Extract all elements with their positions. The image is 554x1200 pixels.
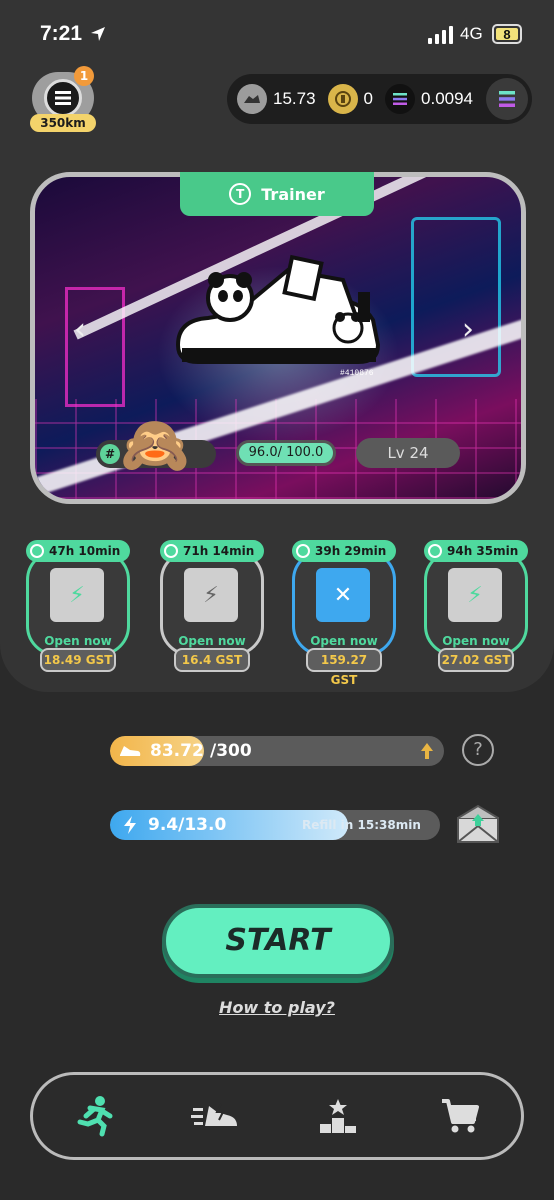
sneaker-icon xyxy=(120,746,141,756)
nav-sneakers[interactable] xyxy=(186,1086,246,1146)
network-label: 4G xyxy=(460,24,483,43)
box-timer: 39h 29min xyxy=(292,540,396,562)
distance-badge: 350km xyxy=(30,114,96,132)
lightning-icon xyxy=(124,816,136,834)
battery-level: 8 xyxy=(503,26,511,42)
how-to-play-link[interactable]: How to play? xyxy=(0,998,554,1017)
box-price: 18.49 GST xyxy=(40,648,116,672)
nav-marketplace[interactable] xyxy=(430,1086,490,1146)
arrow-up-icon[interactable] xyxy=(420,742,434,760)
sneaker-image xyxy=(175,254,381,364)
sneaker-type-tab: T Trainer xyxy=(180,172,374,216)
hash-icon: # xyxy=(100,444,120,464)
energy-bar[interactable]: 83.72 /300 xyxy=(110,736,444,766)
mystery-box-icon: ⚡ xyxy=(448,568,502,622)
bottom-nav xyxy=(30,1072,524,1160)
durability-text: 9.4/13.0 xyxy=(148,815,227,835)
envelope-icon[interactable] xyxy=(456,804,500,844)
box-price: 27.02 GST xyxy=(438,648,514,672)
mystery-box-slot[interactable]: 71h 14min ⚡ Open now 16.4 GST xyxy=(160,540,264,672)
mystery-box-icon: ✕ xyxy=(316,568,370,622)
chevron-right-icon[interactable]: › xyxy=(462,312,474,347)
open-now-label: Open now xyxy=(44,634,112,648)
clock-icon xyxy=(164,544,178,558)
battery-icon: 8 xyxy=(492,24,522,44)
gst-balance: 15.73 xyxy=(273,89,316,108)
gmt-balance: 0 xyxy=(363,89,374,108)
solana-icon xyxy=(499,91,515,107)
chevron-left-icon[interactable]: ‹ xyxy=(74,312,86,347)
sol-balance: 0.0094 xyxy=(421,89,474,108)
mystery-box-icon: ⚡ xyxy=(50,568,104,622)
wallet-button[interactable] xyxy=(486,78,528,120)
trainer-icon: T xyxy=(229,183,252,205)
mystery-box-icon: ⚡ xyxy=(184,568,238,622)
refill-timer: Refill in 15:38min xyxy=(302,818,421,832)
see-no-evil-monkey-icon: 🙈 xyxy=(120,413,190,478)
open-now-label: Open now xyxy=(178,634,246,648)
balance-bar[interactable]: 15.73 0 0.0094 xyxy=(227,74,532,124)
level-pill[interactable]: Lv 24 xyxy=(356,438,460,468)
solana-logo-icon xyxy=(44,79,82,117)
status-time: 7:21 xyxy=(40,22,83,45)
sneaker-icon xyxy=(191,1103,237,1126)
open-now-label: Open now xyxy=(310,634,378,648)
box-price: 159.27 GST xyxy=(306,648,382,687)
notification-badge: 1 xyxy=(74,66,94,86)
nav-leaderboard[interactable] xyxy=(308,1086,368,1146)
nav-run[interactable] xyxy=(64,1086,124,1146)
clock-icon xyxy=(30,544,44,558)
box-timer: 94h 35min xyxy=(424,540,528,562)
mystery-box-slot[interactable]: 39h 29min ✕ Open now 159.27 GST xyxy=(292,540,396,687)
gmt-coin-icon xyxy=(327,84,358,114)
shopping-cart-icon xyxy=(442,1099,479,1133)
neon-frame xyxy=(65,287,125,407)
sneaker-id: #410876 xyxy=(340,369,374,378)
open-now-label: Open now xyxy=(442,634,510,648)
signal-icon xyxy=(428,26,453,44)
clock-icon xyxy=(428,544,442,558)
sneaker-type-label: Trainer xyxy=(261,184,325,204)
clock-icon xyxy=(296,544,310,558)
sol-coin-icon xyxy=(385,84,416,114)
running-icon xyxy=(77,1096,113,1137)
mystery-box-slot[interactable]: 94h 35min ⚡ Open now 27.02 GST xyxy=(424,540,528,672)
help-button[interactable]: ? xyxy=(462,734,494,766)
energy-current: 83.72 xyxy=(150,741,204,761)
start-button[interactable]: START xyxy=(162,904,394,978)
box-price: 16.4 GST xyxy=(174,648,250,672)
durability-bar[interactable]: 9.4/13.0 Refill in 15:38min xyxy=(110,810,440,840)
box-timer: 71h 14min xyxy=(160,540,264,562)
podium-icon xyxy=(320,1099,356,1133)
location-arrow-icon xyxy=(91,27,105,41)
box-timer: 47h 10min xyxy=(26,540,130,562)
energy-max: /300 xyxy=(210,741,252,761)
gst-coin-icon xyxy=(237,84,267,114)
durability-pill: 96.0/ 100.0 xyxy=(236,440,336,466)
mystery-box-slot[interactable]: 47h 10min ⚡ Open now 18.49 GST xyxy=(26,540,130,672)
